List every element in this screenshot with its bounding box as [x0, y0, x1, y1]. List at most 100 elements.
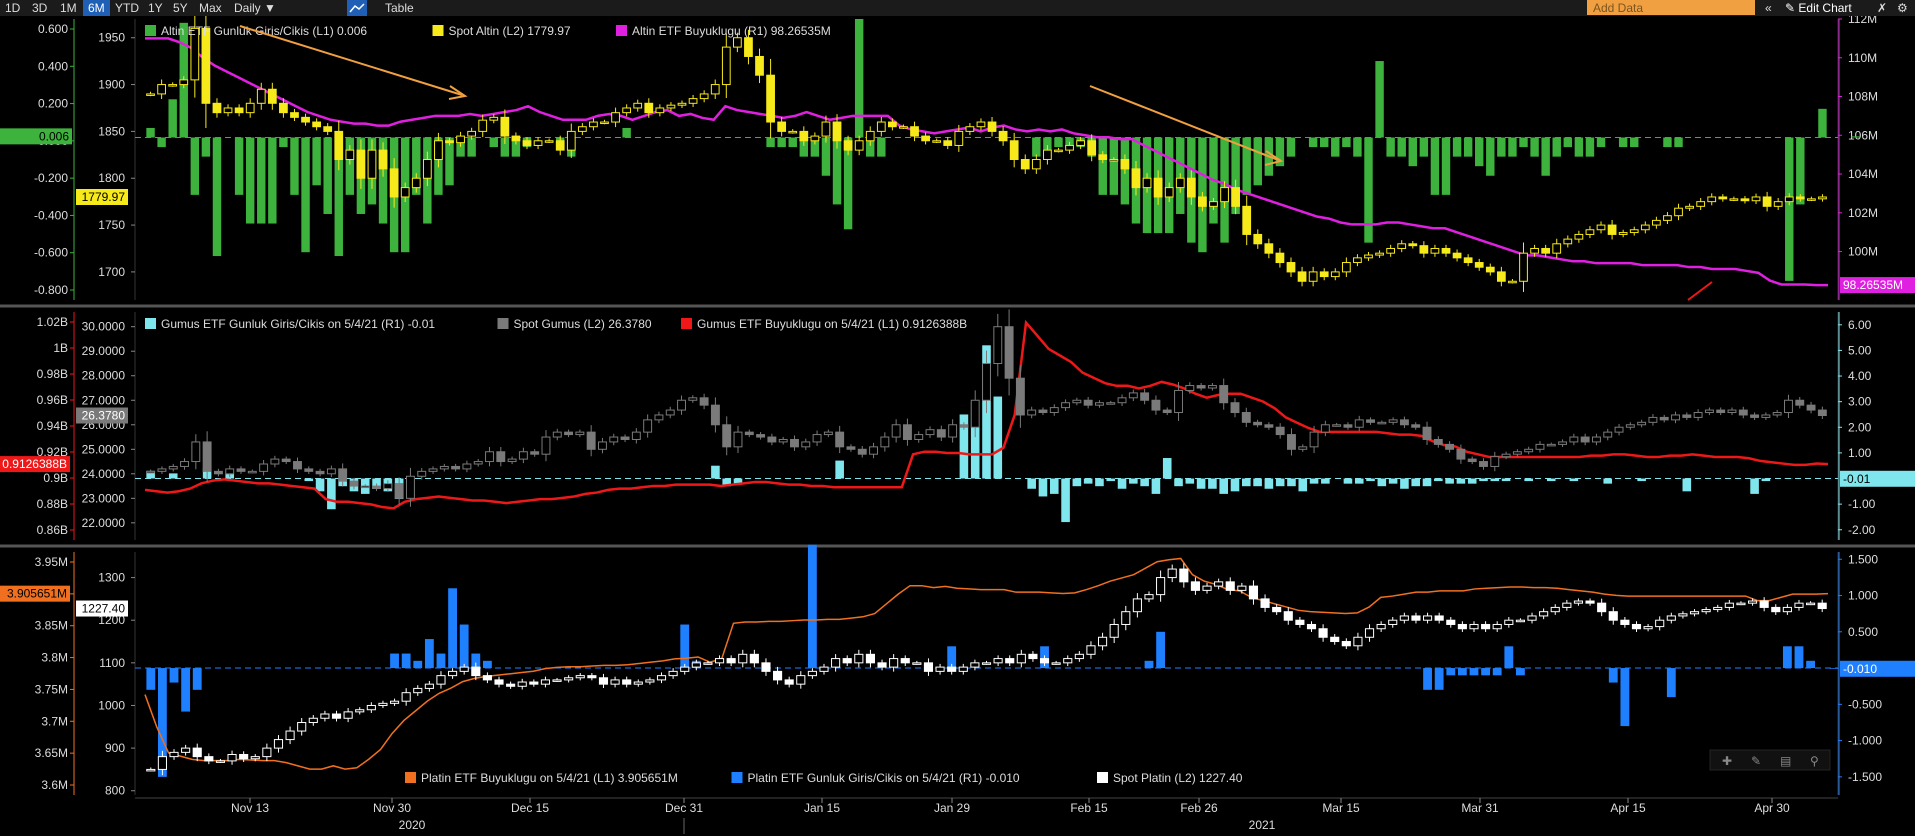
- interval-dropdown[interactable]: Daily ▼: [229, 0, 281, 16]
- flow-bar: [169, 668, 179, 683]
- price-candle: [389, 700, 400, 704]
- price-candle: [247, 470, 257, 474]
- price-candle: [308, 717, 318, 724]
- price-candle: [810, 135, 820, 142]
- price-candle: [1186, 177, 1196, 198]
- price-candle: [699, 397, 709, 406]
- period-button-1y[interactable]: 1Y: [143, 0, 168, 16]
- price-candle: [1527, 615, 1537, 621]
- price-candle: [656, 675, 667, 681]
- price-candle: [876, 121, 886, 132]
- price-candle: [1685, 205, 1694, 209]
- flow-bar: [268, 137, 277, 224]
- left-outer-tick-label: 0.600: [38, 22, 68, 36]
- flow-bar: [1445, 478, 1454, 484]
- price-candle: [1241, 412, 1251, 423]
- flow-bar: [1569, 478, 1579, 482]
- price-candle: [1295, 619, 1305, 625]
- price-candle: [610, 679, 620, 685]
- flow-bar: [1253, 478, 1262, 487]
- left-inner-tick-label: 1300: [98, 571, 125, 585]
- period-button-5y[interactable]: 5Y: [168, 0, 193, 16]
- period-button-3d[interactable]: 3D: [27, 0, 52, 16]
- price-candle: [954, 130, 964, 146]
- chevron-down-icon: ▼: [264, 1, 276, 15]
- flow-bar: [1298, 478, 1308, 492]
- price-candle: [843, 140, 853, 151]
- legend-swatch: [145, 318, 156, 329]
- legend-swatch: [405, 772, 416, 783]
- collapse-icon[interactable]: «: [1760, 0, 1777, 16]
- left-outer-tick-label: 0.96B: [37, 393, 68, 407]
- price-candle: [1784, 399, 1793, 414]
- price-candle: [1663, 215, 1672, 221]
- price-candle: [749, 653, 759, 664]
- edit-chart-button[interactable]: ✎ Edit Chart: [1785, 0, 1852, 16]
- right-tick-label: 110M: [1848, 51, 1877, 65]
- price-candle: [1038, 409, 1048, 414]
- price-candle: [1747, 600, 1758, 604]
- price-candle: [1761, 414, 1771, 418]
- price-candle: [456, 135, 465, 144]
- price-candle: [912, 662, 922, 665]
- x-tick-label: Feb 26: [1180, 801, 1218, 815]
- period-button-6m[interactable]: 6M: [83, 0, 110, 16]
- price-candle: [680, 666, 690, 672]
- chart-type-button[interactable]: [347, 0, 367, 16]
- period-button-1m[interactable]: 1M: [55, 0, 82, 16]
- flow-bar: [1129, 478, 1138, 484]
- period-button-ytd[interactable]: YTD: [110, 0, 144, 16]
- price-candle: [970, 399, 980, 428]
- price-candle: [424, 683, 434, 689]
- flow-bar: [1375, 61, 1384, 138]
- flow-bar: [1501, 478, 1511, 482]
- price-candle: [1539, 611, 1549, 617]
- price-candle: [1441, 247, 1451, 254]
- draw-icon[interactable]: ✎: [1751, 754, 1761, 768]
- price-candle: [1552, 243, 1562, 254]
- flow-bar: [1818, 108, 1827, 138]
- period-button-max[interactable]: Max: [194, 0, 227, 16]
- gear-icon[interactable]: ⚙: [1892, 0, 1913, 16]
- price-candle: [212, 102, 222, 114]
- price-candle: [1479, 461, 1488, 467]
- price-candle: [970, 662, 980, 668]
- svg-text:1227.40: 1227.40: [82, 602, 126, 616]
- price-candle: [899, 126, 908, 129]
- price-candle: [1072, 399, 1082, 404]
- price-candle: [854, 140, 864, 151]
- right-tick-label: -1.00: [1848, 497, 1876, 511]
- price-candle: [622, 679, 632, 685]
- price-candle: [1286, 262, 1296, 273]
- price-candle: [1087, 140, 1097, 156]
- price-candle: [1704, 409, 1714, 414]
- flow-bar: [1230, 478, 1240, 492]
- price-candle: [1264, 243, 1274, 254]
- annotation-icon[interactable]: ▤: [1780, 754, 1791, 768]
- price-candle: [1736, 602, 1746, 606]
- price-candle: [744, 431, 754, 436]
- flow-bar: [1666, 668, 1676, 698]
- add-data-input[interactable]: [1587, 0, 1755, 15]
- chart-canvas[interactable]: 0.6000.4000.2000.000-0.200-0.400-0.600-0…: [0, 16, 1915, 836]
- price-candle: [1376, 623, 1386, 630]
- price-candle: [1174, 389, 1183, 414]
- flow-bar: [1264, 478, 1274, 489]
- price-candle: [323, 126, 333, 132]
- close-icon[interactable]: ✗: [1872, 0, 1892, 16]
- flow-bar: [1497, 137, 1506, 157]
- price-candle: [367, 149, 377, 179]
- crosshair-icon[interactable]: ✚: [1722, 754, 1732, 768]
- right-tick-label: 106M: [1848, 128, 1878, 142]
- price-candle: [1718, 196, 1728, 200]
- price-candle: [1004, 326, 1014, 379]
- price-candle: [1729, 198, 1739, 201]
- price-candle: [434, 140, 443, 160]
- period-button-1d[interactable]: 1D: [0, 0, 25, 16]
- price-candle: [1198, 196, 1207, 207]
- price-candle: [338, 468, 348, 482]
- price-candle: [1375, 252, 1384, 256]
- price-candle: [462, 463, 472, 470]
- zoom-icon[interactable]: ⚲: [1810, 754, 1819, 768]
- table-button[interactable]: Table: [380, 0, 419, 16]
